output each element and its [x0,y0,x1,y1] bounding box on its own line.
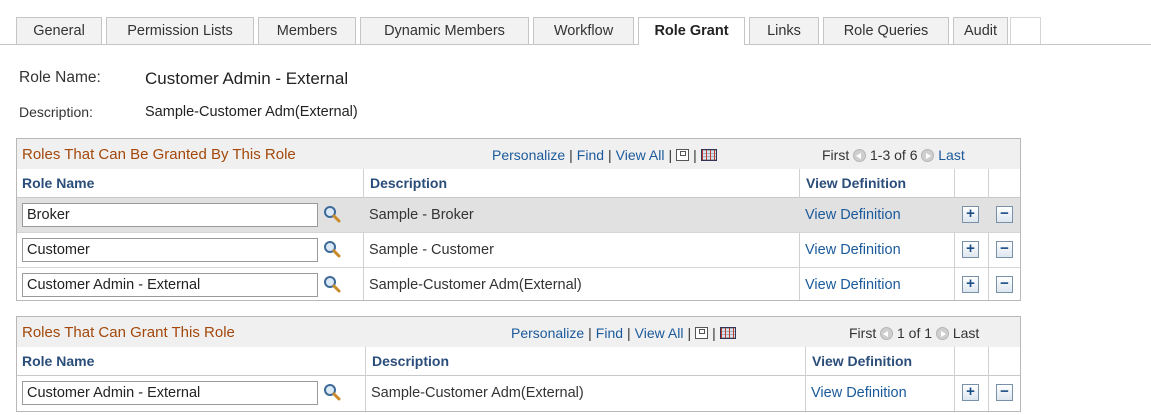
grid-header-bar: Roles That Can Be Granted By This Role P… [17,139,1020,170]
role-description: Sample-Customer Adm(External) [369,277,582,293]
new-window-icon[interactable] [695,327,709,339]
tab-bar: General Permission Lists Members Dynamic… [0,17,1151,45]
separator: | [569,147,573,163]
grid-title: Roles That Can Be Granted By This Role [22,146,296,163]
tab-bar-filler [1010,17,1041,44]
next-arrow-icon[interactable] [935,327,949,340]
last-label: Last [952,325,980,341]
download-to-spreadsheet-icon[interactable] [719,327,736,339]
col-header-description[interactable]: Description [372,353,449,369]
col-header-view-definition: View Definition [812,353,913,369]
role-name-label: Role Name: [19,69,101,86]
last-link[interactable]: Last [938,147,964,163]
role-name-input[interactable]: Customer Admin - External [22,273,318,297]
personalize-link[interactable]: Personalize [492,147,565,163]
grid-toolbar: Personalize | Find | View All | | [511,325,736,341]
tab-dynamic-members[interactable]: Dynamic Members [360,17,529,44]
add-row-button[interactable]: + [962,241,979,258]
grid-roles-granted-by-this-role: Roles That Can Be Granted By This Role P… [16,138,1021,301]
row-range: 1 of 1 [897,325,933,341]
table-row: Customer Admin - External Sample-Custome… [17,268,1020,302]
description-label: Description: [19,104,93,120]
add-row-button[interactable]: + [962,206,979,223]
tab-role-grant[interactable]: Role Grant [638,17,745,45]
magnifier-icon[interactable] [323,240,341,258]
grid-pager: First 1 of 1 Last [849,325,979,341]
grid-roles-that-can-grant-this-role: Roles That Can Grant This Role Personali… [16,316,1021,412]
find-link[interactable]: Find [577,147,604,163]
tab-audit[interactable]: Audit [953,17,1008,44]
first-label: First [822,147,850,163]
download-to-spreadsheet-icon[interactable] [700,149,717,161]
tab-role-queries[interactable]: Role Queries [823,17,949,44]
description-value: Sample-Customer Adm(External) [145,104,358,120]
first-label: First [849,325,877,341]
separator: | [693,147,697,163]
view-definition-link[interactable]: View Definition [805,242,901,258]
add-row-button[interactable]: + [962,384,979,401]
table-row: Broker Sample - Broker View Definition +… [17,198,1020,233]
tab-general[interactable]: General [16,17,102,44]
col-header-role-name[interactable]: Role Name [22,353,94,369]
tab-workflow[interactable]: Workflow [533,17,634,44]
personalize-link[interactable]: Personalize [511,325,584,341]
delete-row-button[interactable]: − [996,276,1013,293]
role-name-input[interactable]: Customer [22,238,318,262]
view-all-link[interactable]: View All [635,325,684,341]
separator: | [608,147,612,163]
view-definition-link[interactable]: View Definition [811,385,907,401]
separator: | [588,325,592,341]
prev-arrow-icon[interactable] [880,327,894,340]
tab-permission-lists[interactable]: Permission Lists [106,17,254,44]
add-row-button[interactable]: + [962,276,979,293]
col-header-role-name[interactable]: Role Name [22,175,94,191]
next-arrow-icon[interactable] [921,149,935,162]
separator: | [712,325,716,341]
view-definition-link[interactable]: View Definition [805,277,901,293]
view-definition-link[interactable]: View Definition [805,207,901,223]
magnifier-icon[interactable] [323,205,341,223]
tab-links[interactable]: Links [749,17,819,44]
find-link[interactable]: Find [596,325,623,341]
magnifier-icon[interactable] [323,275,341,293]
magnifier-icon[interactable] [323,383,341,401]
role-description: Sample-Customer Adm(External) [371,385,584,401]
table-row: Customer Admin - External Sample-Custome… [17,376,1020,410]
table-row: Customer Sample - Customer View Definiti… [17,233,1020,268]
new-window-icon[interactable] [676,149,690,161]
role-name-input[interactable]: Customer Admin - External [22,381,318,405]
grid-toolbar: Personalize | Find | View All | | [492,147,717,163]
separator: | [627,325,631,341]
grid-title: Roles That Can Grant This Role [22,324,235,341]
column-header-row: Role Name Description View Definition [17,347,1020,376]
role-name-value: Customer Admin - External [145,69,349,88]
separator: | [687,325,692,341]
tab-members[interactable]: Members [258,17,356,44]
view-all-link[interactable]: View All [616,147,665,163]
delete-row-button[interactable]: − [996,384,1013,401]
col-header-view-definition: View Definition [806,175,907,191]
prev-arrow-icon[interactable] [853,149,867,162]
separator: | [668,147,673,163]
row-range: 1-3 of 6 [870,147,918,163]
col-header-description[interactable]: Description [370,175,447,191]
delete-row-button[interactable]: − [996,241,1013,258]
role-description: Sample - Customer [369,242,494,258]
column-header-row: Role Name Description View Definition [17,169,1020,198]
role-name-input[interactable]: Broker [22,203,318,227]
role-description: Sample - Broker [369,207,474,223]
grid-pager: First 1-3 of 6 Last [822,147,965,163]
grid-header-bar: Roles That Can Grant This Role Personali… [17,317,1020,348]
delete-row-button[interactable]: − [996,206,1013,223]
